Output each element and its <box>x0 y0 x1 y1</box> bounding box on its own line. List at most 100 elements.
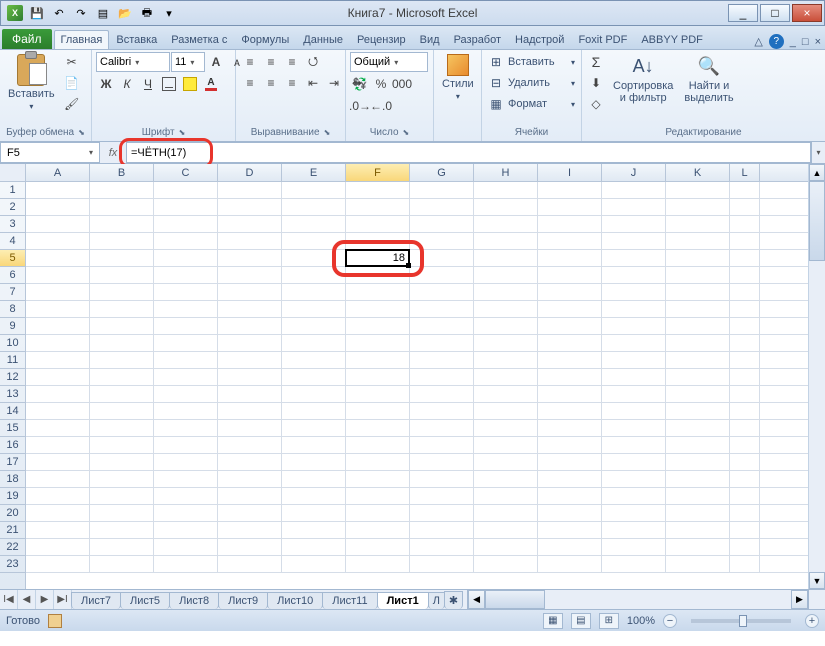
cell-F20[interactable] <box>346 505 410 521</box>
row-header-7[interactable]: 7 <box>0 284 25 301</box>
cell-D23[interactable] <box>218 556 282 572</box>
cell-D14[interactable] <box>218 403 282 419</box>
cell-C14[interactable] <box>154 403 218 419</box>
qat-undo[interactable]: ↶ <box>49 3 69 23</box>
cell-A23[interactable] <box>26 556 90 572</box>
cell-E9[interactable] <box>282 318 346 334</box>
tab-данные[interactable]: Данные <box>296 30 350 49</box>
align-right-button[interactable]: ≡ <box>282 73 302 93</box>
cell-I16[interactable] <box>538 437 602 453</box>
cell-A6[interactable] <box>26 267 90 283</box>
row-header-11[interactable]: 11 <box>0 352 25 369</box>
cell-K20[interactable] <box>666 505 730 521</box>
cell-G22[interactable] <box>410 539 474 555</box>
cell-G17[interactable] <box>410 454 474 470</box>
row-header-16[interactable]: 16 <box>0 437 25 454</box>
cell-G9[interactable] <box>410 318 474 334</box>
cell-H4[interactable] <box>474 233 538 249</box>
comma-button[interactable]: 000 <box>392 74 412 94</box>
cell-H20[interactable] <box>474 505 538 521</box>
cell-C1[interactable] <box>154 182 218 198</box>
cell-J23[interactable] <box>602 556 666 572</box>
cell-G7[interactable] <box>410 284 474 300</box>
cell-J16[interactable] <box>602 437 666 453</box>
app-icon[interactable]: X <box>5 3 25 23</box>
cell-E2[interactable] <box>282 199 346 215</box>
cell-F8[interactable] <box>346 301 410 317</box>
cell-F19[interactable] <box>346 488 410 504</box>
macro-record-icon[interactable] <box>48 614 62 628</box>
cell-D10[interactable] <box>218 335 282 351</box>
formula-input[interactable]: =ЧЁТН(17) <box>126 142 811 163</box>
cell-L23[interactable] <box>730 556 760 572</box>
cell-C21[interactable] <box>154 522 218 538</box>
cell-D15[interactable] <box>218 420 282 436</box>
cell-I22[interactable] <box>538 539 602 555</box>
cell-H22[interactable] <box>474 539 538 555</box>
vertical-scrollbar[interactable]: ▲ ▼ <box>808 164 825 589</box>
row-header-13[interactable]: 13 <box>0 386 25 403</box>
cell-H7[interactable] <box>474 284 538 300</box>
row-header-8[interactable]: 8 <box>0 301 25 318</box>
sheet-tab-Лист5[interactable]: Лист5 <box>120 592 170 609</box>
workbook-restore[interactable]: □ <box>802 36 809 48</box>
cell-I7[interactable] <box>538 284 602 300</box>
cell-D1[interactable] <box>218 182 282 198</box>
cell-L10[interactable] <box>730 335 760 351</box>
cell-A14[interactable] <box>26 403 90 419</box>
cell-K6[interactable] <box>666 267 730 283</box>
cell-G4[interactable] <box>410 233 474 249</box>
cell-B22[interactable] <box>90 539 154 555</box>
cell-A5[interactable] <box>26 250 90 266</box>
cell-K22[interactable] <box>666 539 730 555</box>
cell-F10[interactable] <box>346 335 410 351</box>
cell-L7[interactable] <box>730 284 760 300</box>
cell-E11[interactable] <box>282 352 346 368</box>
sheet-last-button[interactable]: ▶I <box>54 590 72 609</box>
cell-D8[interactable] <box>218 301 282 317</box>
cell-H2[interactable] <box>474 199 538 215</box>
cell-C5[interactable] <box>154 250 218 266</box>
cell-I21[interactable] <box>538 522 602 538</box>
cell-I9[interactable] <box>538 318 602 334</box>
resize-grip[interactable] <box>808 590 825 609</box>
cell-D17[interactable] <box>218 454 282 470</box>
cell-H1[interactable] <box>474 182 538 198</box>
cell-B2[interactable] <box>90 199 154 215</box>
cell-D5[interactable] <box>218 250 282 266</box>
cell-J14[interactable] <box>602 403 666 419</box>
column-header-G[interactable]: G <box>410 164 474 181</box>
fx-button[interactable]: fx <box>104 144 122 162</box>
cell-A13[interactable] <box>26 386 90 402</box>
cell-G19[interactable] <box>410 488 474 504</box>
cell-A15[interactable] <box>26 420 90 436</box>
cell-G3[interactable] <box>410 216 474 232</box>
cell-C7[interactable] <box>154 284 218 300</box>
cell-F23[interactable] <box>346 556 410 572</box>
cell-B13[interactable] <box>90 386 154 402</box>
cell-G8[interactable] <box>410 301 474 317</box>
cell-A16[interactable] <box>26 437 90 453</box>
column-header-D[interactable]: D <box>218 164 282 181</box>
copy-button[interactable]: 📄 <box>62 73 82 93</box>
row-header-3[interactable]: 3 <box>0 216 25 233</box>
file-tab[interactable]: Файл <box>2 29 52 49</box>
cell-J15[interactable] <box>602 420 666 436</box>
cell-I5[interactable] <box>538 250 602 266</box>
cell-K7[interactable] <box>666 284 730 300</box>
cell-I19[interactable] <box>538 488 602 504</box>
cell-J6[interactable] <box>602 267 666 283</box>
window-maximize[interactable]: □ <box>760 4 790 22</box>
qat-more[interactable]: ▾ <box>159 3 179 23</box>
select-all-button[interactable] <box>0 164 26 182</box>
number-launcher[interactable]: ⬊ <box>403 128 410 137</box>
cell-H14[interactable] <box>474 403 538 419</box>
cell-K18[interactable] <box>666 471 730 487</box>
help-icon[interactable]: ? <box>769 34 784 49</box>
cell-E22[interactable] <box>282 539 346 555</box>
cell-C15[interactable] <box>154 420 218 436</box>
cell-E20[interactable] <box>282 505 346 521</box>
tab-формулы[interactable]: Формулы <box>234 30 296 49</box>
cell-I20[interactable] <box>538 505 602 521</box>
column-header-B[interactable]: B <box>90 164 154 181</box>
